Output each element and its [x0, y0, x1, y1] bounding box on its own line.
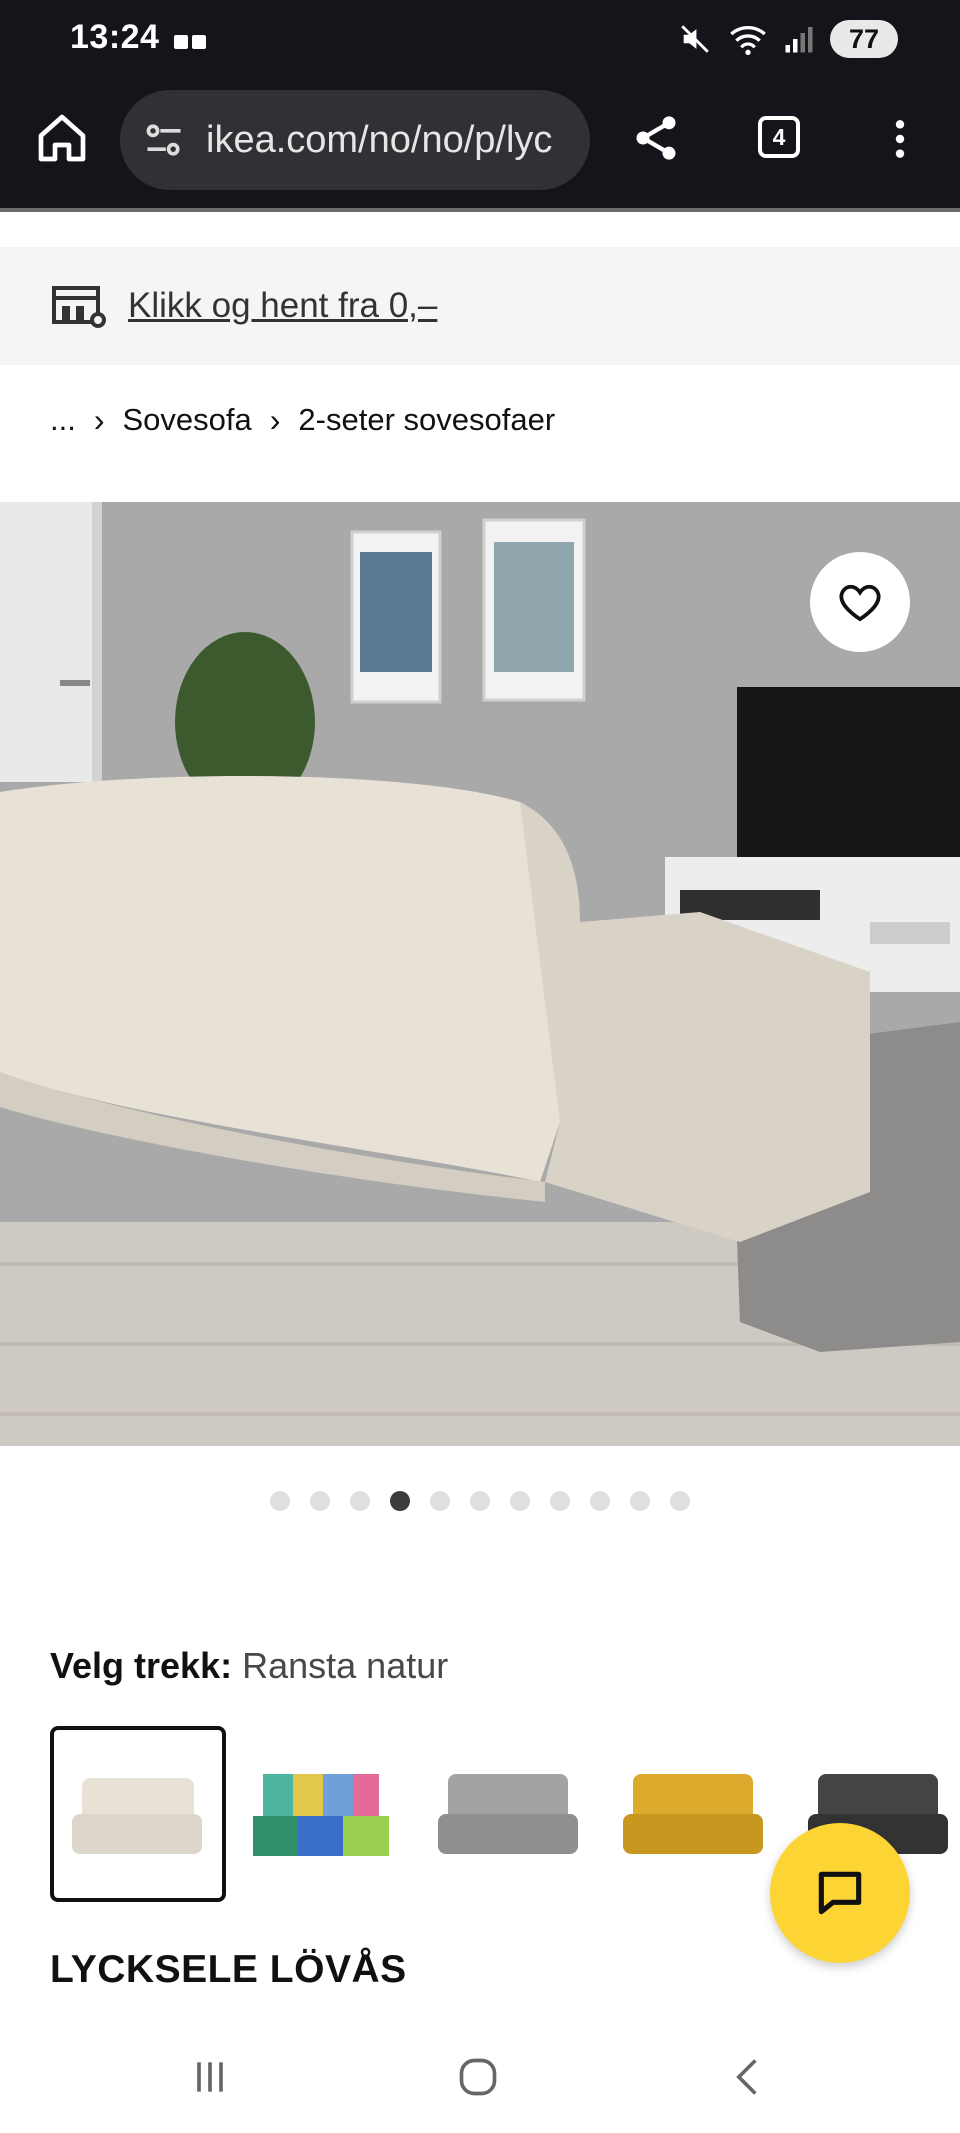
gallery-dot[interactable] — [470, 1491, 490, 1511]
gallery-dot[interactable] — [510, 1491, 530, 1511]
click-collect-link[interactable]: Klikk og hent fra 0,– — [128, 286, 437, 326]
address-bar[interactable]: ikea.com/no/no/p/lyc — [120, 90, 590, 190]
gallery-dot[interactable] — [430, 1491, 450, 1511]
recent-apps-icon[interactable] — [188, 2055, 232, 2099]
status-bar: 13:24 77 — [0, 0, 960, 84]
sofa-room-photo — [0, 502, 960, 1446]
battery-indicator: 77 — [830, 20, 898, 58]
wifi-icon — [730, 26, 766, 55]
browser-toolbar: ikea.com/no/no/p/lyc 4 — [0, 84, 960, 208]
url-text: ikea.com/no/no/p/lyc — [206, 118, 553, 161]
breadcrumb-sovesofa[interactable]: Sovesofa — [123, 402, 252, 438]
chevron-right-icon: › — [93, 401, 105, 438]
chat-button[interactable] — [770, 1823, 910, 1963]
sofa-thumbnail — [438, 1774, 578, 1854]
swatch-grey[interactable] — [420, 1726, 596, 1902]
cover-selected-value: Ransta natur — [242, 1645, 449, 1686]
swatch-ransta-natur[interactable] — [50, 1726, 226, 1902]
chat-icon — [818, 1871, 862, 1915]
gallery-pagination — [0, 1491, 960, 1511]
overflow-menu-icon[interactable] — [878, 114, 922, 164]
share-icon[interactable] — [630, 110, 682, 166]
notification-icon — [174, 35, 206, 49]
status-time: 13:24 — [70, 18, 160, 56]
gallery-dot-active[interactable] — [390, 1491, 410, 1511]
signal-icon — [785, 27, 813, 53]
gallery-dot[interactable] — [630, 1491, 650, 1511]
home-nav-icon[interactable] — [456, 2055, 500, 2099]
cover-label-prefix: Velg trekk: — [50, 1645, 233, 1686]
gallery-dot[interactable] — [550, 1491, 570, 1511]
swatch-yellow[interactable] — [605, 1726, 781, 1902]
gallery-dot[interactable] — [270, 1491, 290, 1511]
product-image[interactable] — [0, 502, 960, 1446]
swatch-multicolor[interactable] — [235, 1726, 411, 1902]
gallery-dot[interactable] — [670, 1491, 690, 1511]
sofa-thumbnail — [72, 1778, 202, 1854]
gallery-dot[interactable] — [310, 1491, 330, 1511]
toolbar-divider — [0, 208, 960, 212]
heart-icon — [839, 584, 881, 622]
back-icon[interactable] — [726, 2055, 770, 2099]
cover-selector-label: Velg trekk: Ransta natur — [50, 1645, 448, 1687]
favorite-button[interactable] — [810, 552, 910, 652]
breadcrumb: ... › Sovesofa › 2-seter sovesofaer — [50, 398, 555, 442]
chevron-right-icon: › — [269, 401, 281, 438]
store-pickup-icon — [52, 286, 106, 328]
breadcrumb-2-seter[interactable]: 2-seter sovesofaer — [298, 402, 555, 438]
mute-icon — [681, 25, 709, 53]
click-collect-banner[interactable]: Klikk og hent fra 0,– — [0, 247, 960, 365]
system-nav-bar — [0, 2023, 960, 2133]
sofa-thumbnail — [253, 1774, 389, 1856]
product-title: LYCKSELE LÖVÅS — [50, 1948, 407, 1991]
gallery-dot[interactable] — [350, 1491, 370, 1511]
tab-count: 4 — [772, 123, 786, 150]
site-settings-icon[interactable] — [142, 118, 186, 162]
gallery-dot[interactable] — [590, 1491, 610, 1511]
tab-switcher-button[interactable]: 4 — [758, 116, 800, 158]
home-icon[interactable] — [34, 110, 90, 166]
sofa-thumbnail — [623, 1774, 763, 1854]
breadcrumb-ellipsis[interactable]: ... — [50, 402, 76, 438]
